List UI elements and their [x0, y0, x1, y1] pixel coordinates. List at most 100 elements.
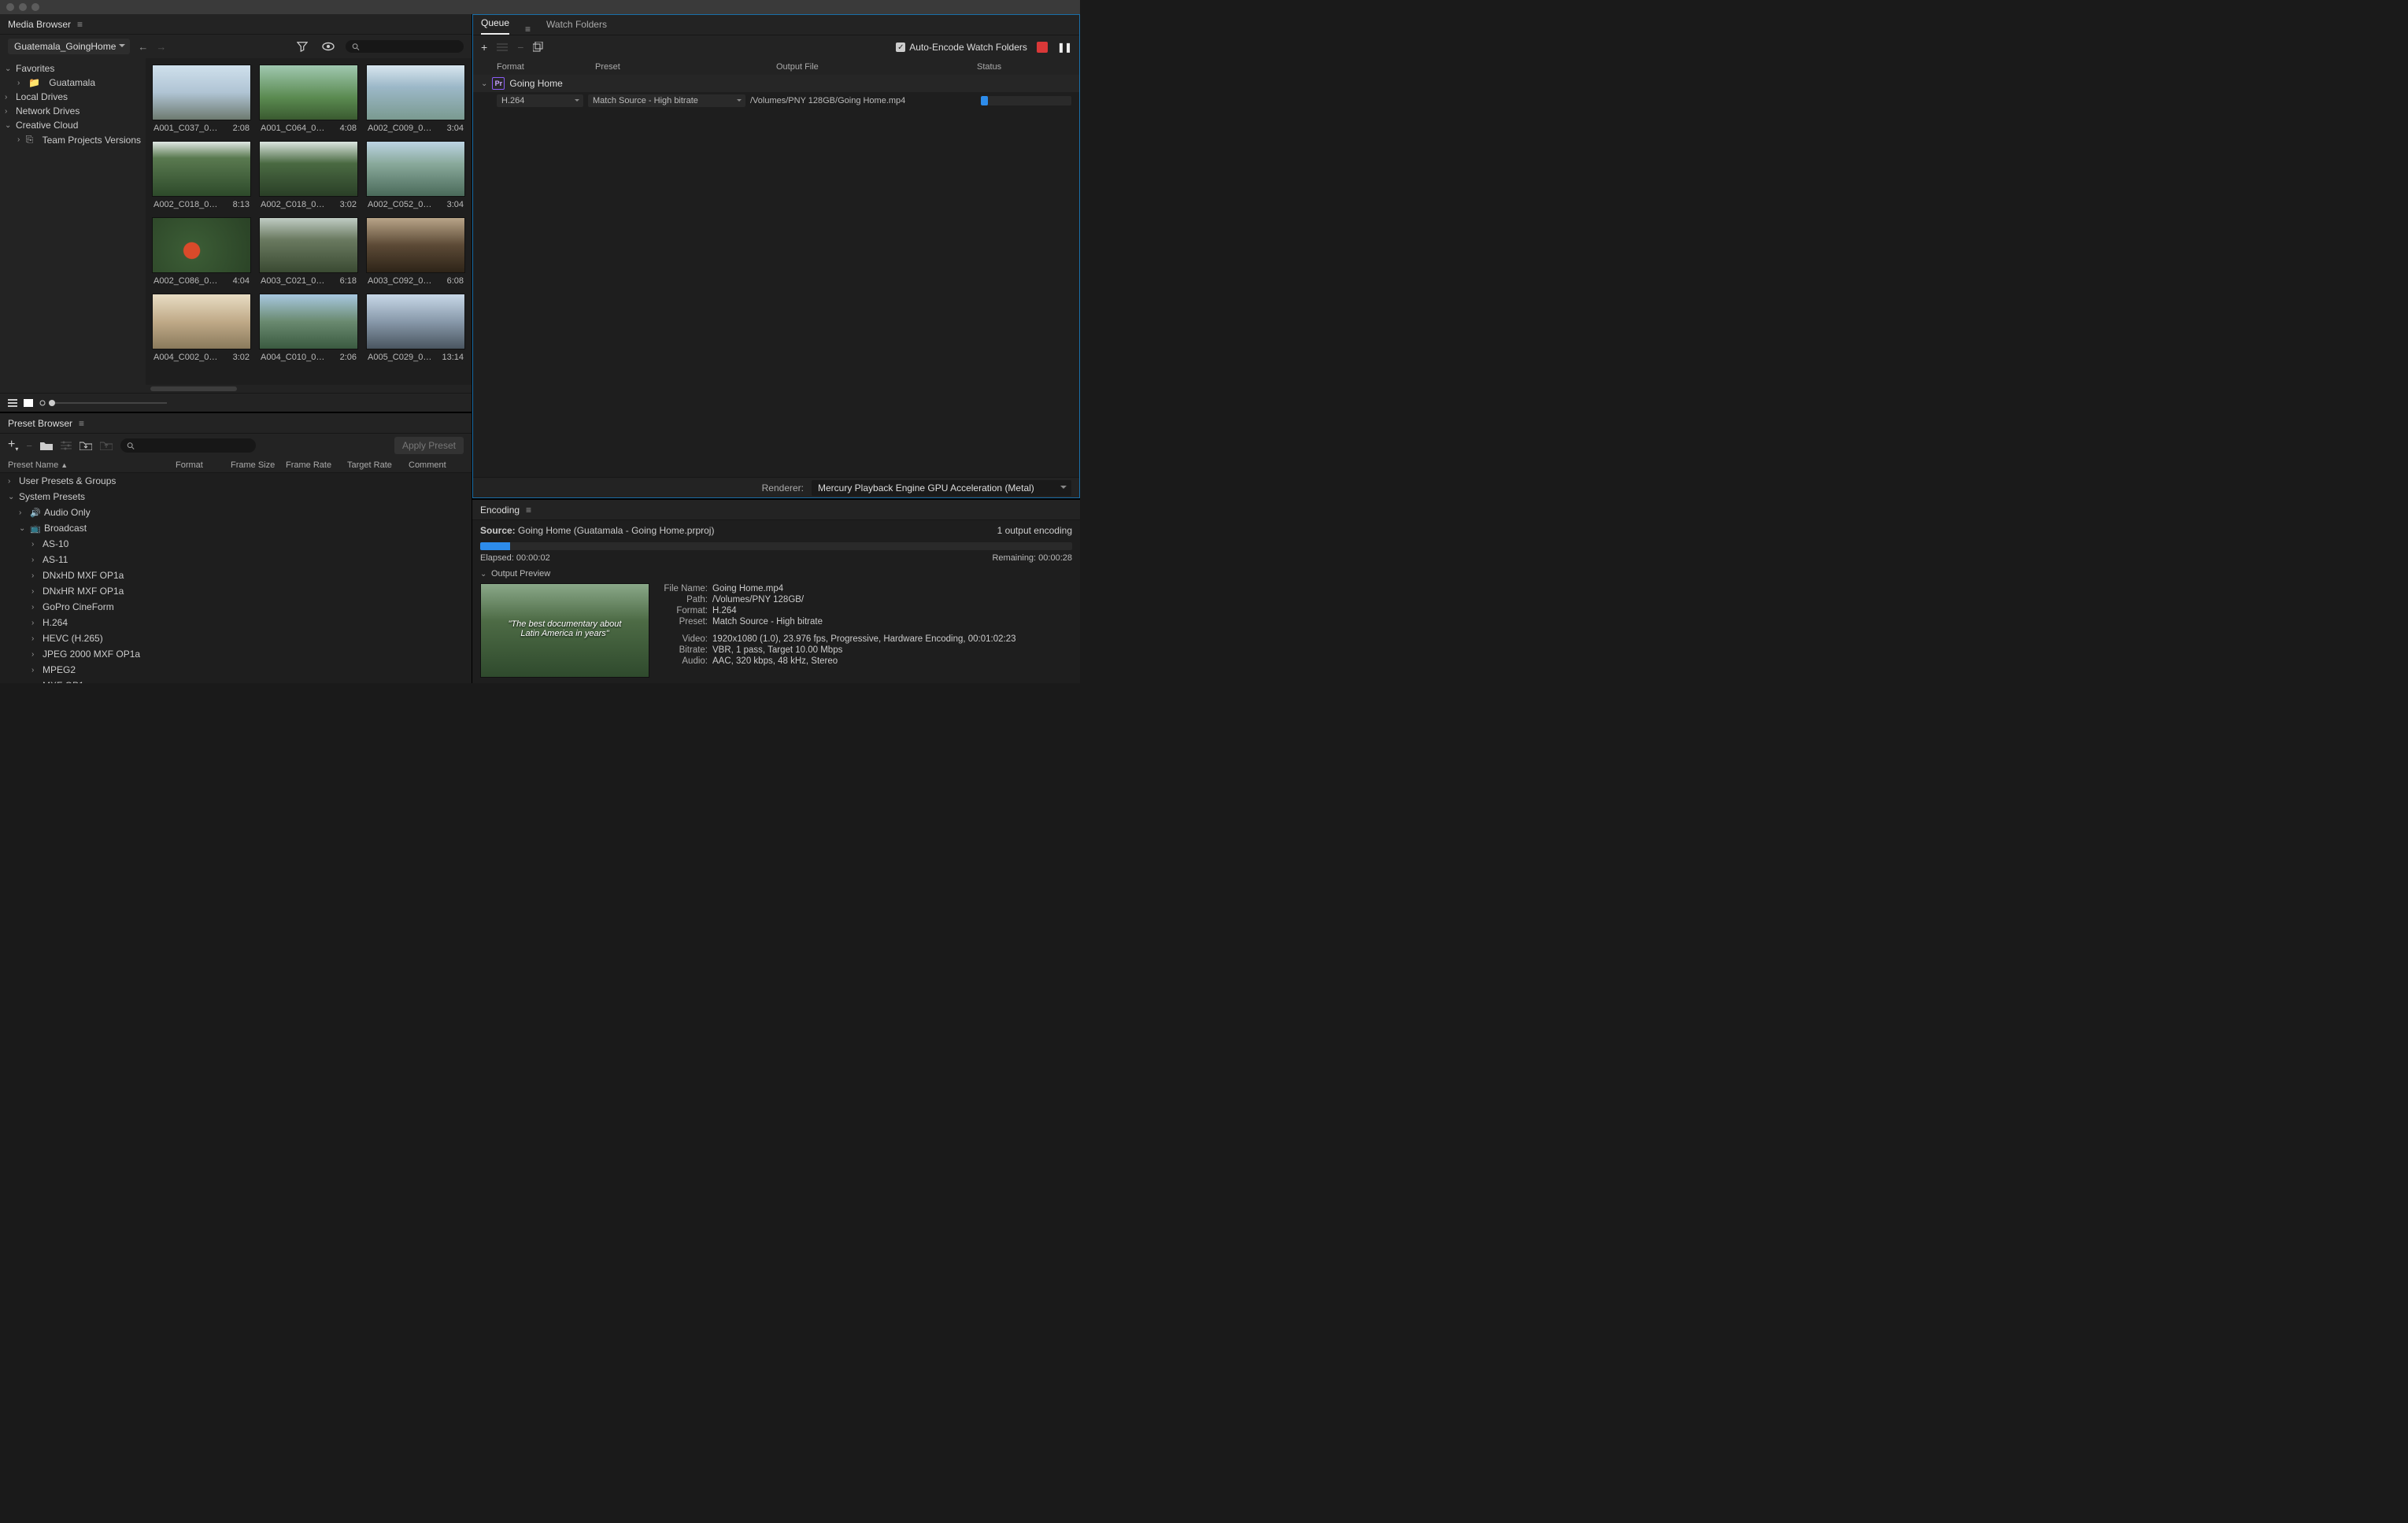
add-source-icon[interactable]: +	[481, 41, 487, 54]
import-preset-icon[interactable]	[80, 441, 92, 450]
clip-name: A002_C018_0922...	[154, 200, 218, 209]
clip-duration: 4:04	[233, 276, 250, 286]
project-dropdown[interactable]: Guatemala_GoingHome	[8, 39, 130, 54]
os-minimize-button[interactable]	[19, 3, 27, 11]
preset-group-user[interactable]: ›User Presets & Groups	[0, 473, 472, 489]
tree-local-drives[interactable]: ›Local Drives	[0, 90, 146, 104]
encoding-source: Source: Going Home (Guatamala - Going Ho…	[480, 525, 714, 536]
clip-name: A002_C009_09222...	[368, 124, 432, 133]
thumbnail-view-icon[interactable]	[24, 399, 33, 407]
clip-duration: 3:04	[447, 200, 464, 209]
media-clip[interactable]: A004_C002_0924...3:02	[152, 294, 251, 364]
media-hscrollbar[interactable]	[146, 385, 472, 393]
preset-browser-title: Preset Browser	[8, 418, 72, 429]
clip-duration: 2:06	[340, 353, 357, 362]
media-clip[interactable]: A002_C018_0922...3:02	[259, 141, 358, 211]
preset-item[interactable]: ›H.264	[0, 615, 472, 630]
preset-item[interactable]: ›HEVC (H.265)	[0, 630, 472, 646]
export-preset-icon	[100, 441, 113, 450]
queue-output-row[interactable]: H.264 Match Source - High bitrate /Volum…	[473, 92, 1079, 109]
output-preset-dropdown[interactable]: Match Source - High bitrate	[588, 94, 745, 107]
output-preview-header[interactable]: ⌄Output Preview	[472, 567, 1080, 580]
pause-queue-button[interactable]: ❚❚	[1057, 42, 1071, 53]
clip-duration: 3:04	[447, 124, 464, 133]
preset-broadcast[interactable]: ⌄📺Broadcast	[0, 520, 472, 536]
preset-item[interactable]: ›MPEG2	[0, 662, 472, 678]
clip-duration: 13:14	[442, 353, 464, 362]
clip-thumbnail	[259, 65, 358, 120]
clip-thumbnail	[152, 217, 251, 273]
media-clip[interactable]: A003_C021_0923...6:18	[259, 217, 358, 287]
list-view-icon[interactable]	[8, 399, 17, 407]
remove-preset-icon: −	[26, 440, 32, 452]
media-clip[interactable]: A004_C010_0924...2:06	[259, 294, 358, 364]
sort-ascending-icon: ▲	[61, 461, 68, 469]
panel-menu-icon[interactable]: ≡	[525, 24, 531, 35]
stop-queue-button[interactable]	[1037, 42, 1048, 53]
ingest-icon[interactable]	[319, 40, 338, 53]
media-clip[interactable]: A001_C064_0922...4:08	[259, 65, 358, 135]
new-folder-icon[interactable]	[40, 441, 53, 450]
preset-item[interactable]: ›MXF OP1a	[0, 678, 472, 683]
encoding-output-count: 1 output encoding	[997, 525, 1072, 536]
output-file-path[interactable]: /Volumes/PNY 128GB/Going Home.mp4	[750, 96, 976, 105]
output-preview-thumbnail: "The best documentary aboutLatin America…	[480, 583, 649, 678]
clip-thumbnail	[152, 65, 251, 120]
media-clip[interactable]: A003_C092_0923...6:08	[366, 217, 465, 287]
media-clip[interactable]: A002_C086_0922... 4:04	[152, 217, 251, 287]
job-expand-icon[interactable]: ⌄	[481, 79, 487, 88]
clip-thumbnail	[366, 141, 465, 197]
nav-back-icon[interactable]: ←	[138, 41, 148, 53]
preset-item[interactable]: ›JPEG 2000 MXF OP1a	[0, 646, 472, 662]
queue-job-name: Going Home	[509, 78, 562, 89]
duplicate-icon[interactable]	[533, 42, 544, 53]
preset-item[interactable]: ›DNxHR MXF OP1a	[0, 583, 472, 599]
media-clip[interactable]: A005_C029_0925... 13:14	[366, 294, 465, 364]
preset-item[interactable]: ›AS-11	[0, 552, 472, 567]
panel-menu-icon[interactable]: ≡	[79, 418, 84, 429]
add-preset-icon[interactable]: +▾	[8, 438, 18, 453]
clip-thumbnail	[152, 294, 251, 349]
panel-menu-icon[interactable]: ≡	[77, 19, 83, 30]
encoding-metadata: File Name:Going Home.mp4 Path:/Volumes/P…	[661, 583, 1072, 678]
renderer-dropdown[interactable]: Mercury Playback Engine GPU Acceleration…	[812, 480, 1071, 496]
tree-network-drives[interactable]: ›Network Drives	[0, 104, 146, 118]
preset-item[interactable]: ›DNxHD MXF OP1a	[0, 567, 472, 583]
zoom-slider[interactable]	[39, 400, 167, 406]
queue-job-row[interactable]: ⌄ Pr Going Home	[473, 75, 1079, 92]
queue-columns-header: Format Preset Output File Status	[473, 59, 1079, 75]
tab-watch-folders[interactable]: Watch Folders	[546, 14, 607, 35]
clip-duration: 3:02	[340, 200, 357, 209]
clip-thumbnail	[366, 217, 465, 273]
clip-thumbnail	[259, 141, 358, 197]
os-close-button[interactable]	[6, 3, 14, 11]
nav-forward-icon: →	[156, 41, 166, 53]
window-chrome	[0, 0, 1080, 14]
tab-queue[interactable]: Queue	[481, 13, 509, 35]
panel-menu-icon[interactable]: ≡	[526, 505, 531, 516]
clip-thumbnail	[259, 217, 358, 273]
preset-group-system[interactable]: ⌄System Presets	[0, 489, 472, 505]
preset-audio-only[interactable]: ›🔊Audio Only	[0, 505, 472, 520]
tree-guatemala-folder[interactable]: ›📁 Guatamala	[0, 76, 146, 90]
renderer-label: Renderer:	[762, 482, 804, 493]
os-maximize-button[interactable]	[31, 3, 39, 11]
clip-name: A002_C086_0922...	[154, 276, 218, 286]
media-clip[interactable]: A001_C037_0921...2:08	[152, 65, 251, 135]
clip-name: A005_C029_0925...	[368, 353, 432, 362]
preset-item[interactable]: ›GoPro CineForm	[0, 599, 472, 615]
auto-encode-checkbox[interactable]: ✓ Auto-Encode Watch Folders	[896, 42, 1027, 53]
tree-creative-cloud[interactable]: ⌄Creative Cloud	[0, 118, 146, 132]
media-clip[interactable]: A002_C018_0922...8:13	[152, 141, 251, 211]
tree-team-projects[interactable]: ›⎘ Team Projects Versions	[0, 132, 146, 147]
filter-icon[interactable]	[294, 39, 311, 54]
tree-favorites[interactable]: ⌄Favorites	[0, 61, 146, 76]
preset-item[interactable]: ›AS-10	[0, 536, 472, 552]
media-clip[interactable]: A002_C009_09222... 3:04	[366, 65, 465, 135]
media-clip[interactable]: A002_C052_0922...3:04	[366, 141, 465, 211]
media-search-input[interactable]	[346, 40, 464, 53]
output-format-dropdown[interactable]: H.264	[497, 94, 583, 107]
preset-settings-icon	[61, 441, 72, 450]
preset-columns-header: Preset Name▲ Format Frame Size Frame Rat…	[0, 457, 472, 473]
preset-search-input[interactable]	[120, 438, 256, 453]
